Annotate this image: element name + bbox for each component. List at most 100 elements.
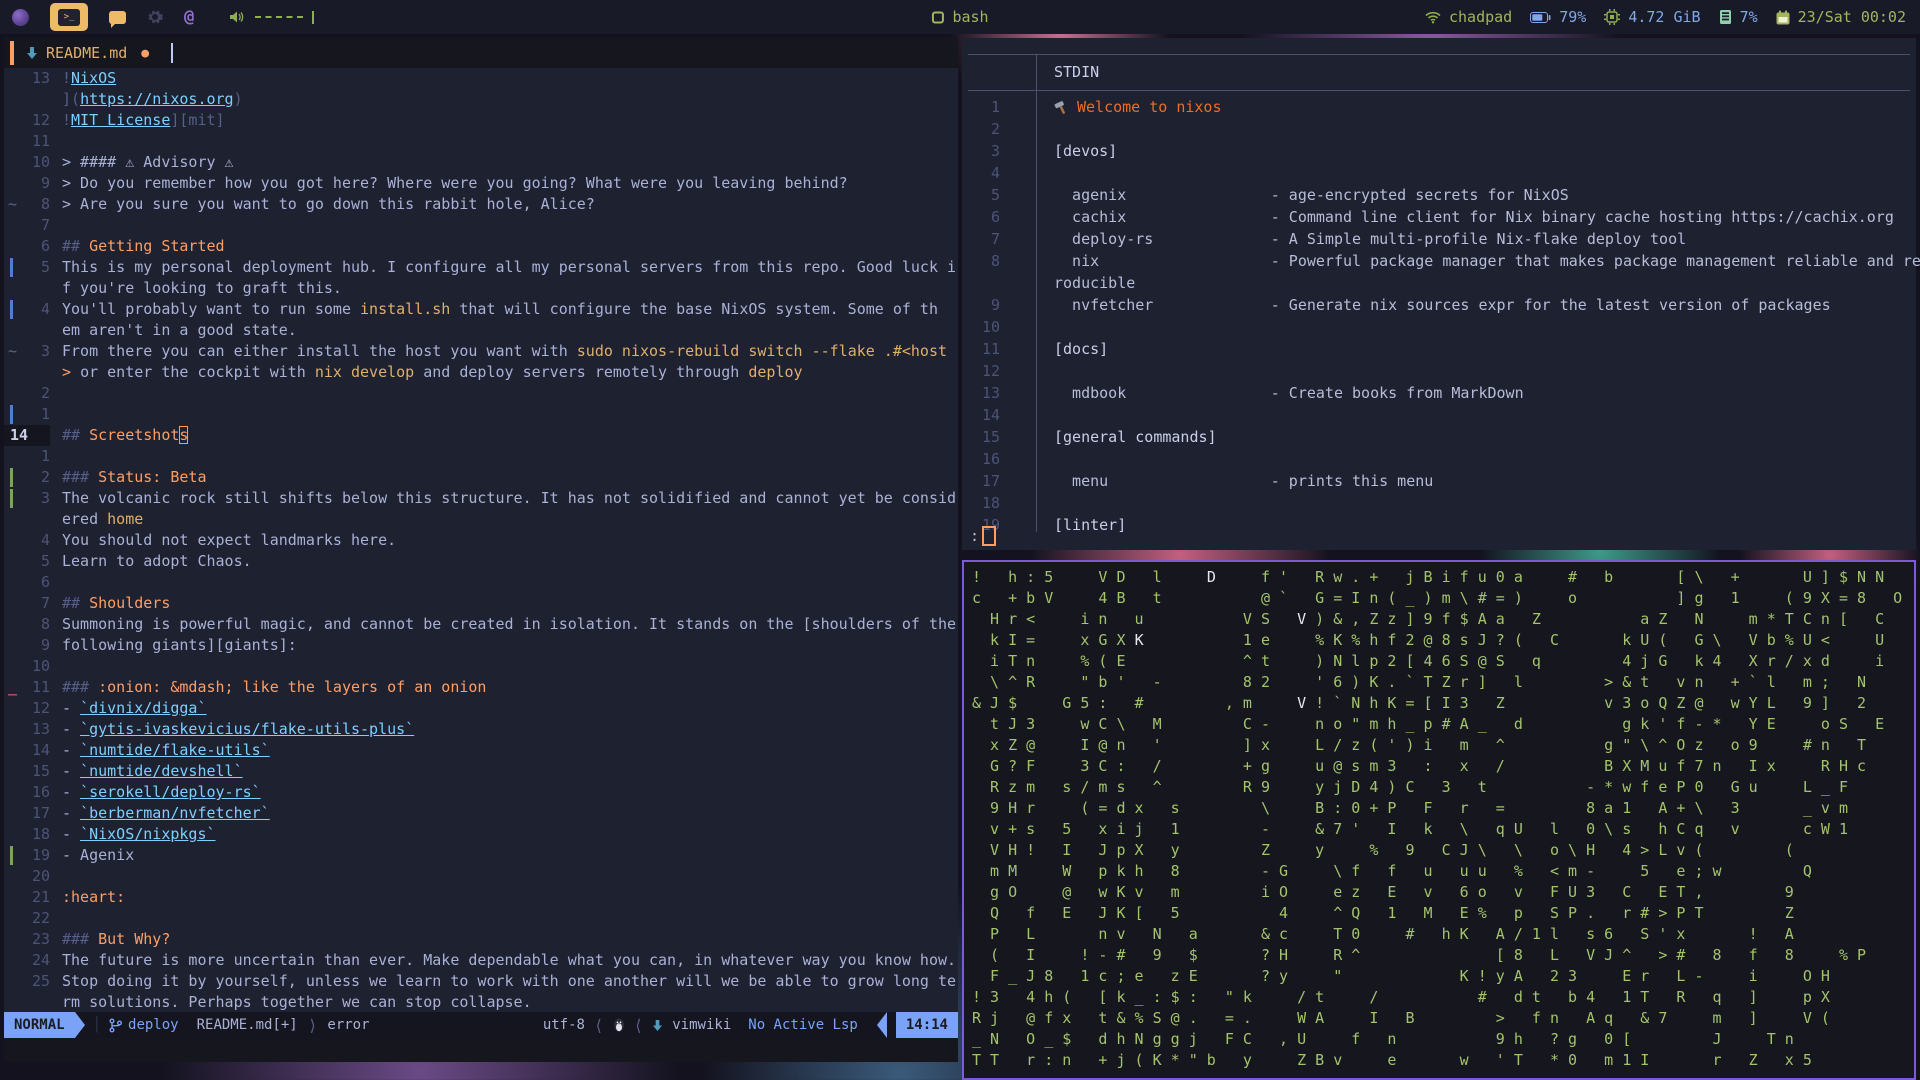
noise-row: ! h : 5 V D l D f ' R w . + j B i f u 0 … <box>972 568 1885 586</box>
line-number: 13 <box>981 384 1000 402</box>
modified-dot: ● <box>141 45 150 61</box>
editor-text-area[interactable]: 13 !NixOS](https://nixos.org) 12 !MIT Licen… <box>4 68 958 1012</box>
volume-slider-knob[interactable] <box>312 10 315 24</box>
git-branch-name[interactable]: deploy <box>128 1017 179 1033</box>
line-number: 10 <box>981 318 1000 336</box>
pager-prompt[interactable]: : <box>970 526 997 546</box>
statusline-right: utf-8 ⟨ ⟨ vimwiki No Active Lsp 14:14 <box>543 1012 958 1038</box>
line-number: 2 <box>40 468 50 486</box>
line-number: 9 <box>40 174 50 192</box>
volume-slider[interactable] <box>255 16 304 18</box>
editor-window: README.md ● 13 !NixOS](https://nixos.org)… <box>4 38 958 1062</box>
git-sign-chg <box>10 258 13 277</box>
editor-row: 5 This is my personal deployment hub. I c… <box>4 257 958 278</box>
editor-row: 12- `divnix/digga` <box>4 698 958 719</box>
editor-row: 6 ## Getting Started <box>4 236 958 257</box>
line-number <box>962 272 1036 294</box>
prompt-colon: : <box>970 527 980 545</box>
chat-icon[interactable] <box>109 10 126 28</box>
gear-icon[interactable] <box>147 9 163 25</box>
line-number: 6 <box>40 573 50 591</box>
editor-row: 10 > #### ⚠ Advisory ⚠ <box>4 152 958 173</box>
line-number: 5 <box>40 258 50 276</box>
editor-row: 16- `serokell/deploy-rs` <box>4 782 958 803</box>
noise-row: G ? F 3 C : / + g u @ s m 3 : x / B X M … <box>972 757 1867 775</box>
clock-status: 23/Sat 00:02 <box>1776 8 1906 26</box>
line-number: 2 <box>990 120 1000 138</box>
filetype-label: vimwiki <box>672 1017 732 1033</box>
volume-control[interactable] <box>229 10 315 24</box>
noise-row: 9 H r ( = d x s \ B : 0 + P F r = 8 a 1 … <box>972 799 1848 817</box>
line-number: 19 <box>31 846 50 864</box>
noise-row: v + s 5 x i j 1 - & 7 ' I k \ q U l 0 \ … <box>972 820 1848 838</box>
editor-row: 2 ### Status: Beta <box>4 467 958 488</box>
editor-row: 13- `gytis-ivaskevicius/flake-utils-plus… <box>4 719 958 740</box>
git-sign-del: _ <box>8 678 18 696</box>
terminal-icon: >_ <box>58 8 80 26</box>
menu-row: 5 agenix - age-encrypted secrets for Nix… <box>962 184 1916 206</box>
git-sign-add <box>10 846 13 865</box>
line-number: 12 <box>981 362 1000 380</box>
battery-percent: 79% <box>1559 8 1587 26</box>
line-number: 18 <box>31 825 50 843</box>
line-number: 15 <box>981 428 1000 446</box>
line-number: 3 <box>40 489 50 507</box>
editor-row: 12 !MIT License][mit] <box>4 110 958 131</box>
editor-row: 21:heart: <box>4 887 958 908</box>
editor-row: 20 <box>4 866 958 887</box>
line-number: 14 <box>981 406 1000 424</box>
statusline: NORMAL │ deploy README.md[+] ⟩ error utf… <box>4 1012 958 1038</box>
command-line[interactable] <box>4 1038 958 1062</box>
editor-row: 5 Learn to adopt Chaos. <box>4 551 958 572</box>
editor-row: 7 <box>4 215 958 236</box>
line-number: 10 <box>31 153 50 171</box>
noise-row: Q f E J K [ 5 4 ^ Q 1 M E % p S P . r # … <box>972 904 1794 922</box>
editor-row: 17- `berberman/nvfetcher` <box>4 803 958 824</box>
editor-row: 7 ## Shoulders <box>4 593 958 614</box>
window-title-group: bash <box>931 8 989 26</box>
firefox-icon[interactable] <box>12 8 29 26</box>
editor-row: 1 <box>4 446 958 467</box>
menu-row: 4 <box>962 162 1916 184</box>
line-number: 13 <box>31 720 50 738</box>
lsp-status: No Active Lsp <box>748 1017 858 1033</box>
line-number: 11 <box>31 132 50 150</box>
editor-row: 9 following giants][giants]: <box>4 635 958 656</box>
tab-title: README.md <box>46 44 128 62</box>
hostname: chadpad <box>1449 8 1513 26</box>
line-number: 21 <box>31 888 50 906</box>
at-icon[interactable]: @ <box>184 7 194 27</box>
menu-row: roducible <box>962 272 1916 294</box>
line-number <box>20 992 50 1012</box>
editor-row: 11 <box>4 131 958 152</box>
line-number: 13 <box>31 69 50 87</box>
noise-row: c + b V 4 B t @ ` G = I n ( _ ) m \ # = … <box>972 589 1903 607</box>
cpu-percent: 7% <box>1739 8 1758 26</box>
editor-row: f you're looking to graft this. <box>4 278 958 299</box>
line-number: 11 <box>981 340 1000 358</box>
editor-row: rm solutions. Perhaps together we can st… <box>4 992 958 1012</box>
line-number: 20 <box>31 867 50 885</box>
memory-used: 4.72 GiB <box>1628 8 1701 26</box>
noise-row: T T r : n + j ( K * " b y Z B v e w ' T … <box>972 1051 1812 1069</box>
editor-row: 23 ### But Why? <box>4 929 958 950</box>
tab-readme[interactable]: README.md ● <box>14 38 161 68</box>
menu-row: 16 <box>962 448 1916 470</box>
filetype-icon <box>653 1019 663 1031</box>
editor-row: 4 You should not expect landmarks here. <box>4 530 958 551</box>
editor-row: 13 !NixOS <box>4 68 958 89</box>
menu-row: 13 mdbook - Create books from MarkDown <box>962 382 1916 404</box>
cpu-status: 7% <box>1719 8 1758 26</box>
git-branch-icon <box>109 1018 123 1032</box>
menu-terminal-window[interactable]: STDIN 1 Welcome to nixos 2 3 [devos] 4 5 ageni… <box>962 38 1920 550</box>
noise-row: t J 3 w C \ M C - n o " m h _ p # A _ d … <box>972 715 1885 733</box>
line-number: 14 <box>4 425 50 446</box>
encoding-label: utf-8 <box>542 1017 585 1033</box>
terminal-workspace-icon[interactable]: >_ <box>50 3 88 31</box>
ram-chip-icon <box>1719 10 1731 24</box>
line-number: 16 <box>981 450 1000 468</box>
top-bar: >_ @ bash chadpad 79% 4.72 GiB 7% 23/Sat… <box>0 0 1920 34</box>
menu-row: 1 Welcome to nixos <box>962 96 1916 118</box>
git-sign-chg <box>10 405 13 424</box>
noise-terminal-window[interactable]: ! h : 5 V D l D f ' R w . + j B i f u 0 … <box>962 560 1916 1080</box>
